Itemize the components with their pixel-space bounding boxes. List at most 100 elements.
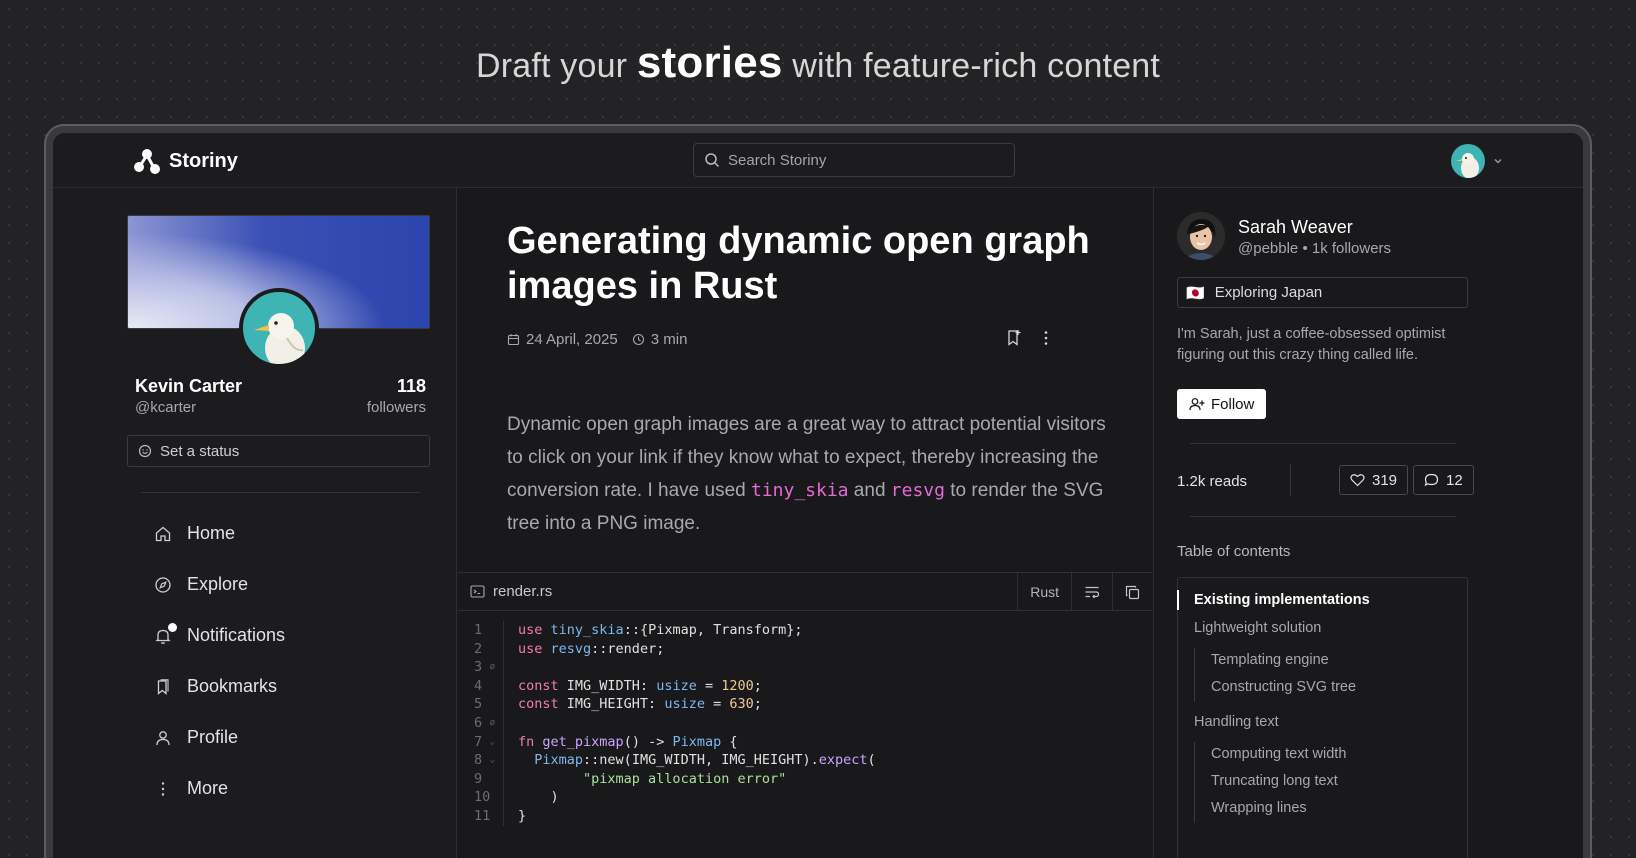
compass-icon [153, 575, 173, 595]
seagull-avatar-icon [1456, 153, 1479, 178]
line-number: 10 [474, 789, 491, 806]
story-paragraph: Dynamic open graph images are a great wa… [507, 408, 1117, 540]
bookmark-add-icon[interactable] [1006, 329, 1022, 347]
toc-item[interactable]: Wrapping lines [1211, 796, 1467, 823]
profile-name[interactable]: Kevin Carter [135, 376, 242, 397]
line-number: 7 ⌄ [474, 733, 495, 750]
followers-count[interactable]: 118 [397, 376, 426, 397]
follow-button[interactable]: Follow [1177, 389, 1267, 419]
code-language[interactable]: Rust [1017, 573, 1071, 611]
account-avatar[interactable] [1451, 144, 1485, 178]
paragraph-text: and [848, 480, 891, 501]
line-number: 3ø [474, 659, 495, 676]
line-number: 6ø [474, 714, 495, 731]
story-read-time: 3 min [632, 331, 688, 348]
author-handle-followers: @pebble • 1k followers [1238, 240, 1392, 257]
toc-item[interactable]: Handling text [1178, 710, 1467, 738]
code-block-header: render.rs Rust [458, 573, 1152, 611]
sidebar-item-explore[interactable]: Explore [153, 559, 285, 610]
chevron-down-icon[interactable] [1493, 156, 1503, 166]
sidebar-item-label: Notifications [187, 625, 286, 645]
sidebar-divider [141, 492, 420, 493]
like-button[interactable]: 319 [1339, 465, 1409, 495]
code-filename: render.rs [493, 583, 553, 600]
sidebar-item-label: Bookmarks [187, 676, 278, 696]
followers-label: followers [366, 399, 426, 416]
line-number: 9 [474, 770, 483, 787]
brand-logo[interactable]: Storiny [133, 147, 238, 175]
search-input[interactable] [728, 151, 988, 169]
line-number: 5 [474, 696, 483, 713]
smile-icon [138, 444, 152, 458]
code-lines[interactable]: use tiny_skia::{Pixmap, Transform}; use … [504, 621, 876, 826]
story-content: Generating dynamic open graph images in … [458, 188, 1152, 858]
status-emoji: 🇯🇵 [1186, 284, 1205, 302]
heart-icon [1350, 474, 1365, 487]
left-sidebar: Kevin Carter @kcarter 118 followers Set … [53, 188, 457, 858]
table-of-contents: Existing implementations Lightweight sol… [1177, 577, 1468, 858]
brand-name: Storiny [169, 149, 238, 172]
toc-item[interactable]: Truncating long text [1211, 769, 1467, 796]
terminal-icon [470, 585, 485, 598]
toc-item[interactable]: Existing implementations [1177, 588, 1467, 616]
line-number: 1 [474, 622, 483, 638]
seagull-avatar-icon [254, 313, 305, 364]
inline-code: tiny_skia [750, 480, 849, 501]
follow-label: Follow [1211, 395, 1255, 413]
copy-code-button[interactable] [1112, 573, 1152, 611]
wrap-text-icon [1085, 586, 1100, 599]
story-actions [1006, 329, 1054, 347]
toc-item[interactable]: Templating engine [1211, 648, 1467, 675]
bookmarks-icon [153, 677, 173, 697]
code-file: render.rs [458, 583, 552, 600]
line-number: 2 [474, 640, 483, 657]
comment-icon [1424, 473, 1439, 487]
story-meta: 24 April, 2025 3 min [507, 331, 687, 348]
code-toolbar: Rust [1017, 573, 1152, 611]
sidebar-item-notifications[interactable]: Notifications [153, 610, 285, 661]
calendar-icon [507, 334, 520, 346]
device-frame: Storiny Search Storiny Kevin Carter @kca… [44, 124, 1592, 858]
search-icon [705, 153, 720, 168]
headline-pre: Draft your [475, 47, 628, 85]
read-time-label: 3 min [650, 331, 688, 348]
profile-avatar[interactable] [239, 288, 319, 368]
headline-post: with feature-rich content [792, 47, 1161, 85]
sidebar-item-bookmarks[interactable]: Bookmarks [153, 661, 285, 712]
user-plus-icon [1189, 398, 1205, 411]
notification-dot [168, 622, 177, 632]
author-name[interactable]: Sarah Weaver [1238, 217, 1353, 238]
line-number: 4 [474, 677, 483, 694]
author-status: 🇯🇵 Exploring Japan [1177, 277, 1468, 308]
top-bar: Storiny [53, 133, 1583, 188]
sidebar-item-profile[interactable]: Profile [153, 712, 285, 763]
comment-count: 12 [1446, 471, 1463, 489]
toc-item[interactable]: Constructing SVG tree [1211, 675, 1467, 702]
hero-headline: Draft your stories with feature-rich con… [0, 38, 1636, 88]
toc-subsection: Computing text width Truncating long tex… [1194, 742, 1467, 823]
toc-title: Table of contents [1177, 543, 1291, 560]
set-status-button[interactable]: Set a status [127, 435, 430, 467]
search-box[interactable] [693, 143, 1015, 177]
comment-button[interactable]: 12 [1413, 465, 1474, 495]
profile-handle: @kcarter [135, 399, 197, 416]
line-number: 11 [474, 807, 491, 824]
toc-item[interactable]: Computing text width [1211, 742, 1467, 769]
sidebar-divider [1190, 443, 1456, 444]
user-icon [153, 728, 173, 748]
author-avatar[interactable] [1177, 212, 1225, 260]
account-menu[interactable] [1451, 144, 1503, 178]
line-gutter: 1 2 3ø 4 5 6ø 7 ⌄ 8 ⌄ 9 10 11 [458, 621, 504, 826]
sidebar-item-home[interactable]: Home [153, 508, 285, 559]
story-date-label: 24 April, 2025 [526, 331, 618, 348]
story-date: 24 April, 2025 [507, 331, 618, 348]
set-status-label: Set a status [160, 442, 240, 460]
toc-subsection: Templating engine Constructing SVG tree [1194, 648, 1467, 702]
more-vertical-icon [153, 779, 173, 799]
sidebar-item-more[interactable]: More [153, 763, 285, 814]
toc-item[interactable]: Lightweight solution [1178, 616, 1467, 644]
inline-code: resvg [890, 480, 945, 501]
wrap-lines-button[interactable] [1071, 573, 1112, 611]
read-count: 1.2k reads [1177, 473, 1248, 490]
more-options-icon[interactable] [1038, 329, 1054, 347]
